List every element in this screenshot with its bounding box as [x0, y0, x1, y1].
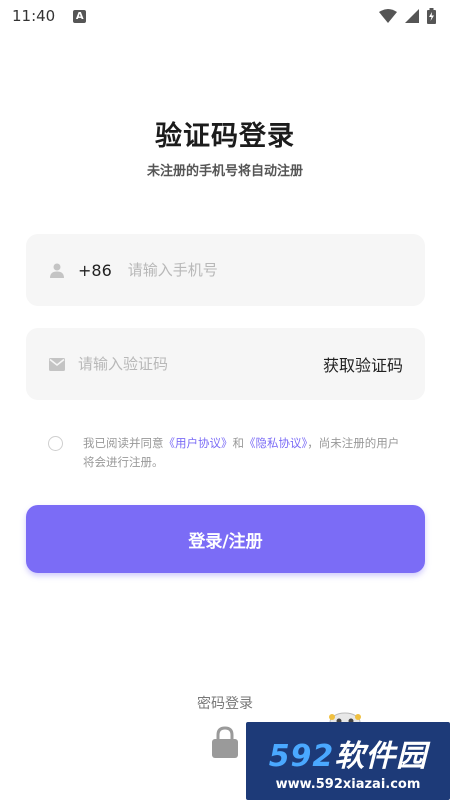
privacy-agreement-link[interactable]: 《隐私协议》 — [244, 436, 307, 450]
login-register-button[interactable]: 登录/注册 — [26, 505, 425, 573]
agreement-and: 和 — [232, 436, 245, 450]
signal-icon — [405, 9, 419, 23]
watermark-logo: 592软件园 www.592xiazai.com — [246, 722, 450, 800]
verification-code-field[interactable]: 获取验证码 — [26, 328, 425, 400]
lock-icon[interactable] — [211, 726, 239, 758]
status-right — [379, 8, 436, 24]
a-letter-icon: A — [73, 9, 87, 23]
mail-icon — [48, 355, 66, 373]
phone-input[interactable] — [127, 261, 403, 279]
page-subtitle: 未注册的手机号将自动注册 — [146, 164, 303, 179]
user-icon — [48, 261, 66, 279]
page-title: 验证码登录 — [155, 121, 295, 152]
verification-code-input[interactable] — [78, 355, 323, 373]
status-bar: 11:40 A — [0, 0, 450, 32]
country-code-prefix[interactable]: +86 — [78, 261, 112, 280]
agreement-prefix: 我已阅读并同意 — [83, 436, 164, 450]
password-login-link[interactable]: 密码登录 — [0, 693, 450, 713]
watermark-number: 592 — [268, 738, 335, 774]
battery-charging-icon — [427, 8, 436, 24]
agreement-row: 我已阅读并同意《用户协议》和《隐私协议》，尚未注册的用户将会进行注册。 — [48, 434, 408, 472]
status-left: 11:40 A — [12, 7, 87, 25]
wifi-icon — [379, 9, 397, 23]
watermark-brand: 592软件园 — [269, 731, 428, 775]
agreement-text: 我已阅读并同意《用户协议》和《隐私协议》，尚未注册的用户将会进行注册。 — [83, 434, 408, 472]
watermark-brand-text: 软件园 — [334, 738, 428, 774]
agreement-radio[interactable] — [48, 436, 63, 451]
status-time: 11:40 — [12, 7, 56, 25]
phone-field[interactable]: +86 — [26, 234, 425, 306]
watermark-url: www.592xiazai.com — [275, 776, 421, 792]
user-agreement-link[interactable]: 《用户协议》 — [164, 436, 233, 450]
get-code-button[interactable]: 获取验证码 — [323, 352, 403, 376]
